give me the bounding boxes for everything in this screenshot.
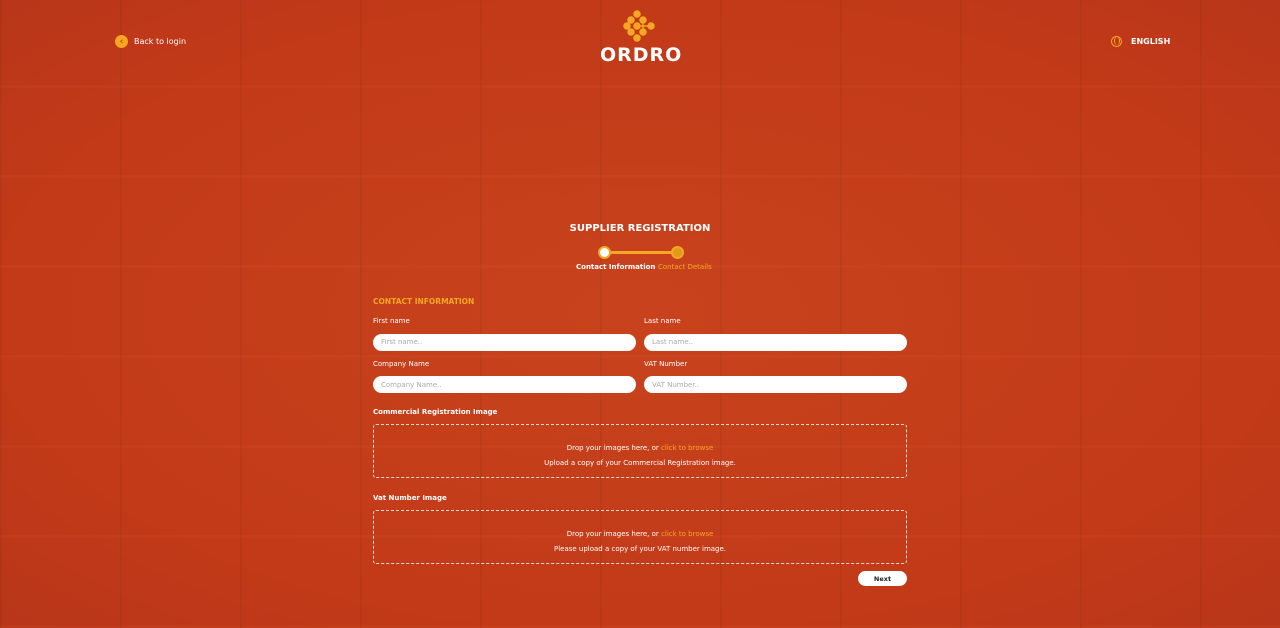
logo: ORDRO <box>600 10 683 66</box>
contact-form: CONTACT INFORMATION First name Last name… <box>373 297 907 564</box>
step-1-dot <box>598 246 611 259</box>
first-name-label: First name <box>373 317 410 325</box>
browse-link[interactable]: click to browse <box>661 444 713 452</box>
cr-upload-label: Commercial Registration Image <box>373 408 498 416</box>
next-button[interactable]: Next <box>858 571 907 586</box>
cr-image-dropzone[interactable]: Drop your images here, or click to brows… <box>373 424 907 478</box>
page-title: SUPPLIER REGISTRATION <box>569 223 711 234</box>
step-2-dot <box>671 246 684 259</box>
logo-text: ORDRO <box>600 44 683 66</box>
vat-upload-label: Vat Number Image <box>373 494 447 502</box>
browse-link[interactable]: click to browse <box>661 530 713 538</box>
company-name-label: Company Name <box>373 359 430 368</box>
dropzone-hint: Please upload a copy of your VAT number … <box>553 545 727 553</box>
globe-icon <box>1111 36 1122 47</box>
first-name-input[interactable] <box>373 333 636 351</box>
language-label: ENGLISH <box>1131 37 1171 46</box>
last-name-input[interactable] <box>644 333 907 351</box>
drop-text: Drop your images here, or <box>566 530 659 538</box>
vat-image-dropzone[interactable]: Drop your images here, or click to brows… <box>373 510 907 564</box>
vat-number-input[interactable] <box>644 376 907 393</box>
language-selector[interactable]: ENGLISH <box>1111 36 1170 47</box>
dropzone-hint: Upload a copy of your Commercial Registr… <box>544 459 736 467</box>
back-to-login-link[interactable]: ‹ Back to login <box>115 35 186 48</box>
drop-text: Drop your images here, or <box>566 444 659 452</box>
last-name-label: Last name <box>644 317 681 325</box>
stepper-line <box>606 251 676 254</box>
progress-stepper <box>598 246 684 260</box>
back-label: Back to login <box>134 37 187 46</box>
company-name-input[interactable] <box>373 376 636 393</box>
step-1-label: Contact Information <box>576 263 656 271</box>
vat-number-label: VAT Number <box>644 359 688 368</box>
logo-dots-icon <box>623 10 655 42</box>
step-2-label: Contact Details <box>658 263 712 271</box>
chevron-left-icon: ‹ <box>115 35 128 48</box>
section-title: CONTACT INFORMATION <box>373 297 475 306</box>
